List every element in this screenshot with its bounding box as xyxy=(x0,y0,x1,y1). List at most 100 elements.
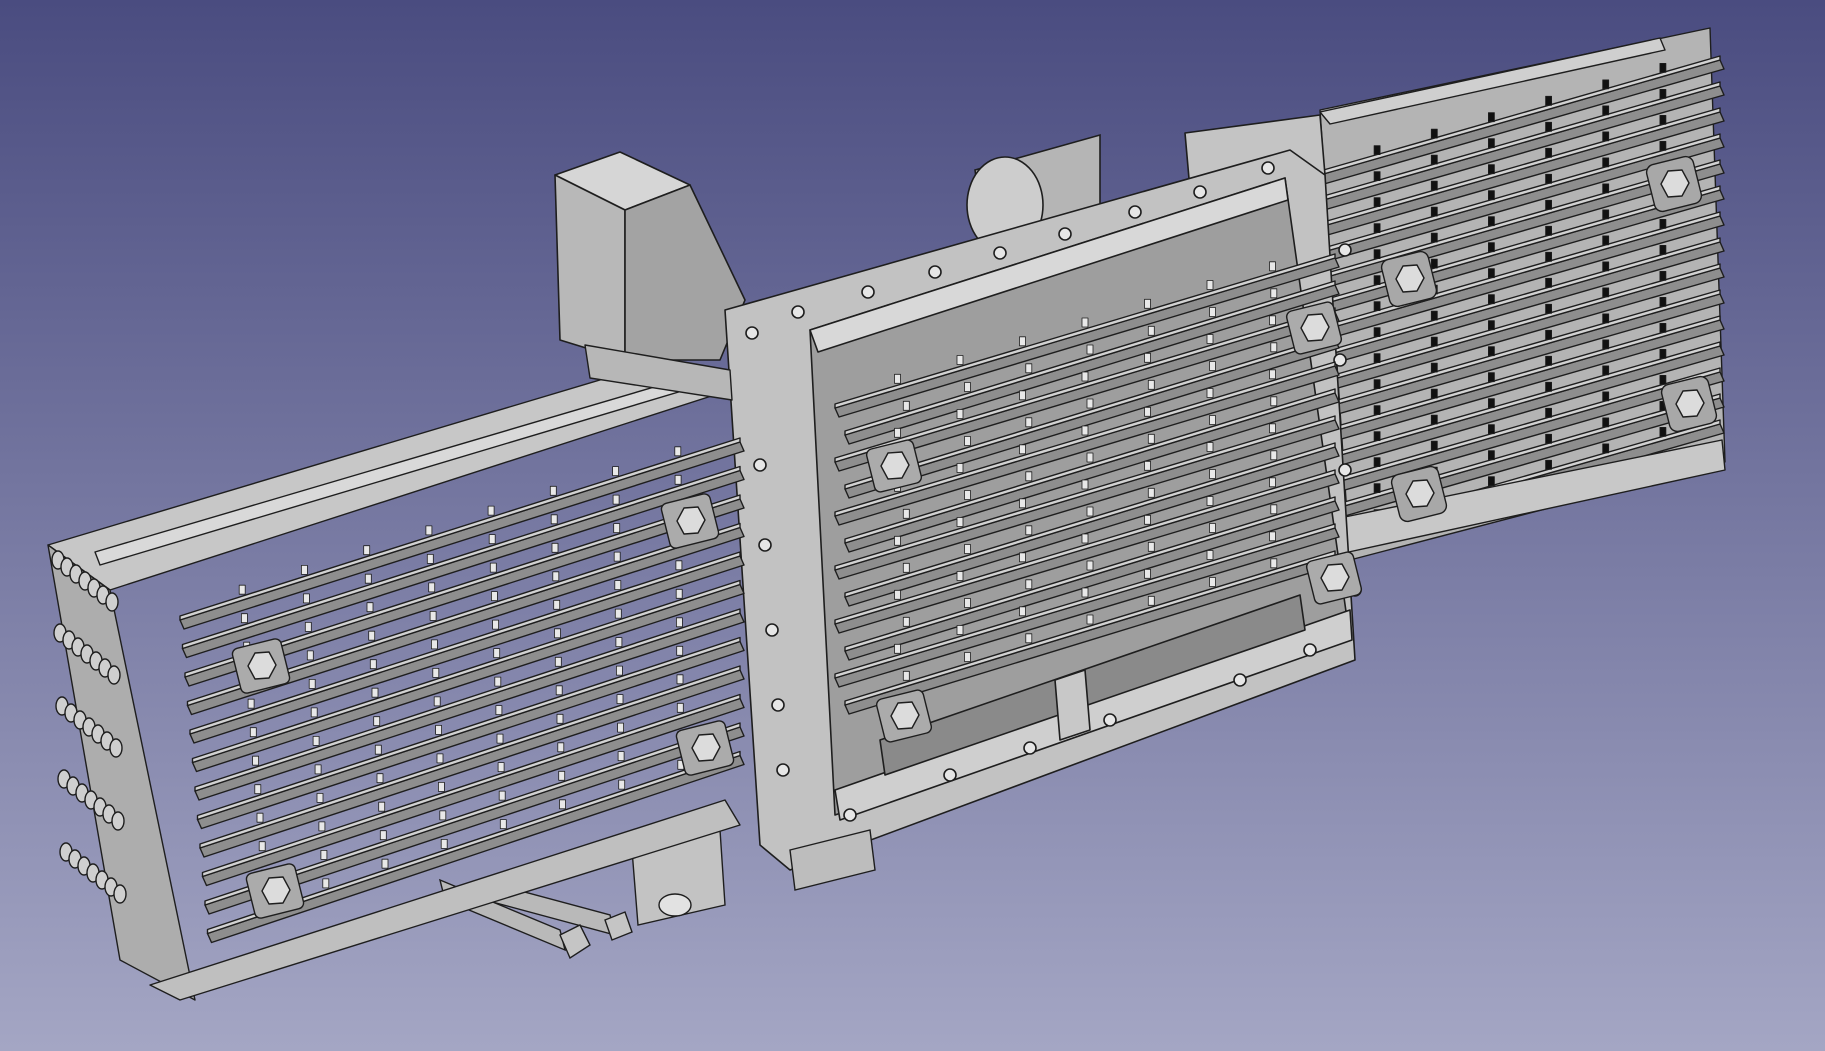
fin-pin xyxy=(956,517,964,527)
fin-pin xyxy=(1206,388,1214,398)
fin-pin xyxy=(1081,317,1089,328)
fin-pin xyxy=(964,382,971,392)
3d-model-scene[interactable] xyxy=(0,0,1825,1051)
fin-pin xyxy=(1147,595,1155,606)
fin-pin xyxy=(1206,280,1214,290)
fin-pin xyxy=(1373,275,1381,286)
fin-pin xyxy=(1373,223,1381,234)
fin-pin xyxy=(615,637,623,647)
fin-pin xyxy=(1025,363,1033,374)
fin-pin xyxy=(364,573,372,584)
fin-pin xyxy=(1488,112,1495,123)
bolt-hole xyxy=(1193,185,1207,199)
fin-pin xyxy=(363,545,371,556)
fin-pin xyxy=(369,659,377,670)
fin-pin xyxy=(1270,450,1278,461)
fin-pin xyxy=(1269,315,1276,326)
fin-pin xyxy=(300,565,308,575)
fin-pin xyxy=(308,679,316,689)
fin-pin xyxy=(1373,197,1381,208)
fin-pin xyxy=(366,602,374,613)
fin-pin xyxy=(430,639,438,650)
fin-pin xyxy=(616,694,624,704)
bolt-hole xyxy=(1303,643,1317,657)
fin-pin xyxy=(1209,577,1216,587)
fin-pin xyxy=(1081,371,1089,382)
fin-pin xyxy=(614,580,622,590)
fin-pin xyxy=(1025,579,1033,590)
fin-pin xyxy=(494,676,502,687)
fin-pin xyxy=(256,812,264,823)
fin-pin xyxy=(1545,433,1552,444)
fin-pin xyxy=(1081,533,1089,544)
right-heatsink-stack[interactable] xyxy=(1319,27,1726,561)
fin-pin xyxy=(894,589,901,600)
fin-pin xyxy=(310,707,318,718)
fin-pin xyxy=(249,727,257,738)
bolt-hole xyxy=(943,768,957,782)
fin-pin xyxy=(618,779,626,790)
fin-pin xyxy=(1206,496,1214,506)
fin-pin xyxy=(1602,261,1610,272)
fin-pin xyxy=(1602,209,1610,220)
fin-pin xyxy=(1430,362,1438,373)
fin-pin xyxy=(490,591,498,601)
fin-pin xyxy=(1147,433,1155,444)
fin-pin xyxy=(1086,506,1094,517)
fin-pin xyxy=(894,535,901,546)
fin-pin xyxy=(1545,277,1552,288)
fin-pin xyxy=(1659,296,1667,307)
fin-pin xyxy=(555,685,563,696)
fin-pin xyxy=(1373,301,1381,312)
fin-pin xyxy=(1545,303,1552,314)
fin-pin xyxy=(1025,525,1033,536)
fin-pin xyxy=(1209,415,1216,425)
fin-pin xyxy=(1209,307,1216,317)
bolt-hole xyxy=(1023,741,1037,755)
fin-pin xyxy=(1602,287,1610,298)
fin-pin xyxy=(1269,423,1276,434)
fin-pin xyxy=(314,764,322,775)
fin-pin xyxy=(1430,180,1438,191)
fin-pin xyxy=(1019,444,1026,455)
fin-pin xyxy=(1373,483,1381,494)
fin-pin xyxy=(435,725,443,735)
fin-pin xyxy=(1270,288,1278,299)
fin-pin xyxy=(1430,154,1438,165)
fin-pin xyxy=(956,409,964,419)
fin-pin xyxy=(1086,398,1094,409)
fin-pin xyxy=(1602,339,1610,350)
fin-pin xyxy=(1545,147,1552,158)
bolt-hole xyxy=(791,305,805,319)
fin-pin xyxy=(238,584,246,595)
fin-pin xyxy=(498,790,506,801)
fin-pin xyxy=(432,668,440,678)
fin-pin xyxy=(1602,131,1610,142)
fin-pin xyxy=(1373,457,1381,468)
fin-pin xyxy=(436,753,444,764)
fin-pin xyxy=(1270,504,1278,515)
fin-pin xyxy=(1086,560,1094,571)
fin-pin xyxy=(557,742,565,753)
fin-pin xyxy=(616,665,623,676)
fin-pin xyxy=(674,446,682,457)
fin-pin xyxy=(1269,531,1276,542)
fin-pin xyxy=(240,613,248,624)
fin-pin xyxy=(1488,294,1495,305)
fin-pin xyxy=(1147,379,1155,390)
fin-pin xyxy=(1019,390,1026,401)
3d-viewport[interactable] xyxy=(0,0,1825,1051)
fin-pin xyxy=(429,611,437,621)
fin-pin xyxy=(1373,145,1381,156)
fin-pin xyxy=(374,744,382,755)
fin-pin xyxy=(612,466,619,477)
fin-pin xyxy=(1373,353,1381,364)
tube-end xyxy=(107,665,121,685)
fin-pin xyxy=(1602,365,1610,376)
bolt-hole xyxy=(771,698,785,712)
fin-pin xyxy=(1659,140,1667,151)
fin-pin xyxy=(1373,171,1381,182)
fin-pin xyxy=(316,793,324,803)
fin-pin xyxy=(1206,442,1214,452)
fin-pin xyxy=(1206,550,1214,560)
